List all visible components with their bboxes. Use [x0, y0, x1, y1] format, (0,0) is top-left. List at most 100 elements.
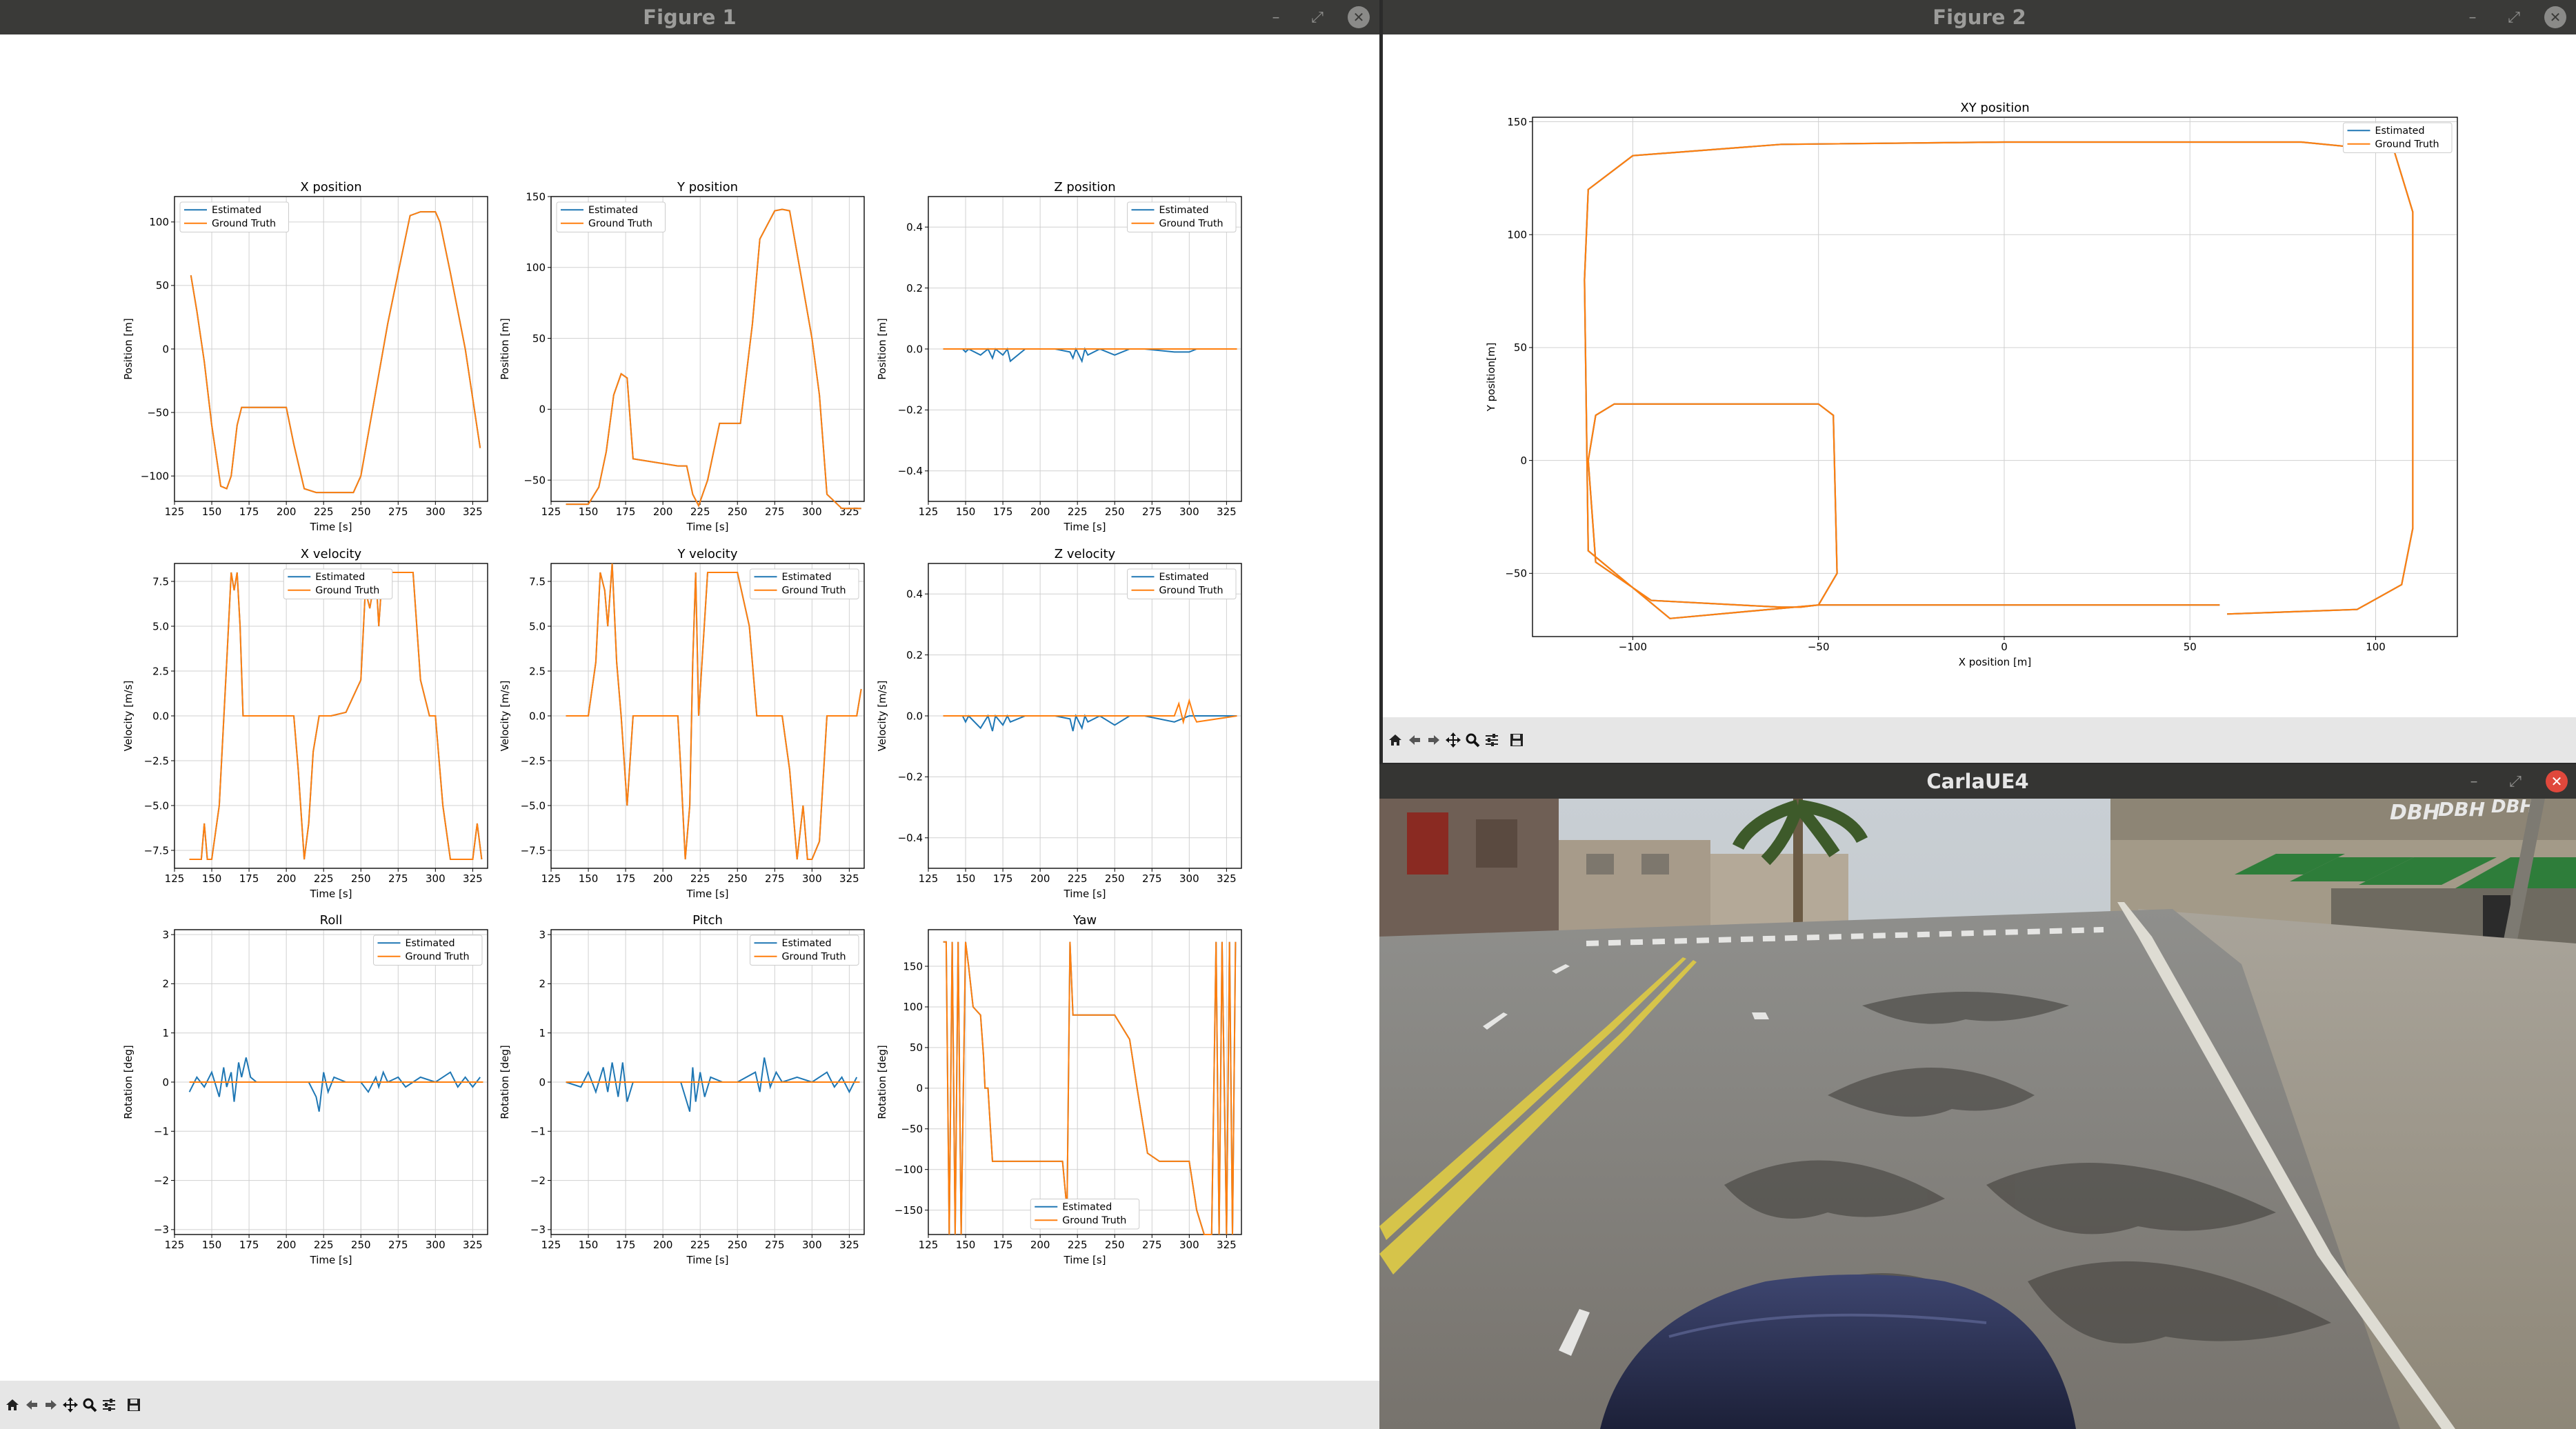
- y-tick-label: 100: [903, 1001, 923, 1013]
- legend: Estimated Ground Truth: [750, 935, 859, 966]
- x-tick-label: 200: [277, 506, 297, 518]
- x-tick-label: 175: [993, 872, 1013, 885]
- subplot-title: Y position: [677, 180, 738, 194]
- x-tick-label: 275: [765, 1239, 785, 1251]
- y-tick-label: −2: [154, 1175, 169, 1187]
- figure2-titlebar[interactable]: Figure 2: [1383, 0, 2576, 34]
- back-icon[interactable]: [22, 1392, 41, 1417]
- y-tick-label: 0.0: [529, 710, 546, 722]
- legend-label-ground-truth: Ground Truth: [2375, 139, 2439, 150]
- legend: Estimated Ground Truth: [1030, 1199, 1140, 1230]
- y-tick-label: −100: [895, 1163, 923, 1176]
- subplot-title: X position: [300, 180, 361, 194]
- x-tick-label: 175: [616, 1239, 636, 1251]
- carla-titlebar[interactable]: CarlaUE4: [1379, 764, 2576, 799]
- zoom-icon[interactable]: [1463, 728, 1482, 752]
- y-axis-label: Position [m]: [499, 318, 511, 380]
- y-tick-label: 0: [1520, 454, 1527, 467]
- forward-icon[interactable]: [41, 1392, 61, 1417]
- close-icon[interactable]: ✕: [2544, 6, 2566, 28]
- x-tick-label: 225: [314, 1239, 334, 1251]
- x-tick-label: 50: [2184, 641, 2197, 653]
- x-tick-label: 125: [165, 506, 185, 518]
- x-tick-label: 325: [839, 1239, 859, 1251]
- plot-frame: [1532, 117, 2458, 637]
- subplot: −100 −50 0 50 100 150 100 50 0 −50 XY position X po…: [1485, 101, 2458, 668]
- save-icon[interactable]: [124, 1392, 143, 1417]
- y-tick-label: 0: [539, 403, 546, 416]
- pan-icon[interactable]: [1444, 728, 1463, 752]
- y-tick-label: −0.2: [898, 771, 923, 783]
- subplot: 125 150 175 200 225 250 275 300 325 3 2 1 0 −1 −2 −3 Pit…: [499, 913, 865, 1266]
- x-tick-label: 125: [919, 1239, 939, 1251]
- legend-label-estimated: Estimated: [212, 205, 261, 216]
- x-axis-label: Time [s]: [310, 888, 352, 900]
- maximize-icon[interactable]: ⤢: [1306, 6, 1328, 28]
- x-tick-label: 250: [728, 1239, 748, 1251]
- figure1-window: Figure 1 – ⤢ ✕ 125 150 175 200 225 250 275 300 3…: [0, 0, 1379, 1429]
- x-axis-label: X position [m]: [1959, 656, 2032, 668]
- save-icon[interactable]: [1507, 728, 1526, 752]
- subplot-title: Y velocity: [677, 547, 737, 561]
- x-tick-label: 150: [579, 872, 599, 885]
- x-tick-label: 175: [239, 1239, 259, 1251]
- x-tick-label: 100: [2366, 641, 2386, 653]
- minimize-icon[interactable]: –: [2463, 770, 2485, 792]
- x-tick-label: −50: [1808, 641, 1830, 653]
- y-tick-label: −50: [901, 1123, 923, 1135]
- y-tick-label: −7.5: [521, 844, 546, 857]
- y-tick-label: −5.0: [144, 799, 169, 812]
- home-icon[interactable]: [1386, 728, 1405, 752]
- y-tick-label: 5.0: [152, 620, 169, 632]
- legend: Estimated Ground Truth: [750, 568, 859, 599]
- y-tick-label: 0.4: [906, 221, 923, 233]
- legend-label-ground-truth: Ground Truth: [782, 585, 846, 596]
- y-tick-label: 0.4: [906, 588, 923, 600]
- x-tick-label: 300: [426, 872, 446, 885]
- x-axis-label: Time [s]: [686, 1254, 729, 1266]
- figure1-canvas: 125 150 175 200 225 250 275 300 325 100 50 0 −50 −100…: [0, 34, 1379, 1379]
- close-icon[interactable]: ✕: [2546, 770, 2568, 792]
- x-tick-label: 300: [1179, 506, 1199, 518]
- figure1-plots: 125 150 175 200 225 250 275 300 325100500−50−100…: [122, 180, 1242, 1266]
- minimize-icon[interactable]: –: [2462, 6, 2484, 28]
- figure2-plot: −100 −50 0 50 100 150 100 50 0 −50 XY position X po…: [1485, 101, 2458, 668]
- configure-icon[interactable]: [1482, 728, 1501, 752]
- x-axis-label: Time [s]: [310, 1254, 352, 1266]
- x-tick-label: 250: [1105, 872, 1125, 885]
- legend-label-estimated: Estimated: [1159, 572, 1209, 583]
- y-axis-label: Rotation [deg]: [876, 1045, 888, 1119]
- zoom-icon[interactable]: [80, 1392, 99, 1417]
- close-icon[interactable]: ✕: [1348, 6, 1370, 28]
- y-tick-label: −50: [147, 406, 169, 419]
- x-tick-label: 225: [690, 872, 710, 885]
- x-tick-label: 150: [202, 1239, 222, 1251]
- x-tick-label: 250: [351, 1239, 371, 1251]
- home-icon[interactable]: [3, 1392, 22, 1417]
- forward-icon[interactable]: [1424, 728, 1444, 752]
- y-tick-label: 2.5: [152, 665, 169, 677]
- subplot-title: Yaw: [1072, 913, 1097, 928]
- legend-label-estimated: Estimated: [406, 938, 455, 949]
- x-tick-label: 275: [765, 506, 785, 518]
- back-icon[interactable]: [1405, 728, 1424, 752]
- y-tick-label: 0: [916, 1082, 923, 1095]
- x-tick-label: 300: [426, 506, 446, 518]
- maximize-icon[interactable]: ⤢: [2504, 770, 2526, 792]
- x-tick-label: 150: [956, 872, 976, 885]
- x-tick-label: 200: [653, 1239, 673, 1251]
- x-tick-label: 125: [919, 506, 939, 518]
- subplot: 125 150 175 200 225 250 275 300 325 3 2 1 0 −1 −2 −3 Rol…: [122, 913, 488, 1266]
- x-tick-label: 250: [1105, 506, 1125, 518]
- maximize-icon[interactable]: ⤢: [2503, 6, 2525, 28]
- configure-icon[interactable]: [99, 1392, 119, 1417]
- figure1-titlebar[interactable]: Figure 1: [0, 0, 1379, 34]
- x-tick-label: 200: [653, 872, 673, 885]
- y-tick-label: 100: [1507, 228, 1527, 241]
- pan-icon[interactable]: [61, 1392, 80, 1417]
- x-tick-label: 125: [165, 872, 185, 885]
- simulation-view[interactable]: DBH DBH DBH: [1379, 797, 2576, 1429]
- y-axis-label: Position [m]: [876, 318, 888, 380]
- y-tick-label: 100: [149, 216, 169, 228]
- minimize-icon[interactable]: –: [1265, 6, 1287, 28]
